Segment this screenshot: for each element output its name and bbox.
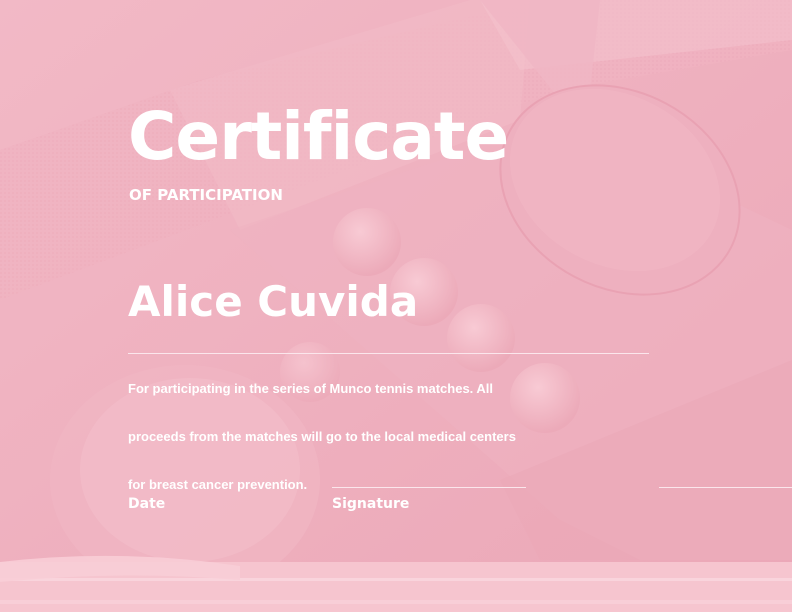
certificate-title: Certificate (128, 98, 509, 175)
signature-label: Signature (332, 496, 410, 512)
name-underline (128, 353, 649, 354)
signature-line (659, 487, 792, 488)
date-line (332, 487, 526, 488)
description-line-3: for breast cancer prevention. (128, 477, 308, 492)
background-bottom-band (0, 555, 792, 612)
certificate-subtitle: OF PARTICIPATION (129, 186, 283, 204)
recipient-name: Alice Cuvida (128, 277, 419, 326)
date-label: Date (128, 496, 166, 512)
description-line-2: proceeds from the matches will go to the… (128, 429, 516, 444)
description-line-1: For participating in the series of Munco… (128, 381, 494, 396)
